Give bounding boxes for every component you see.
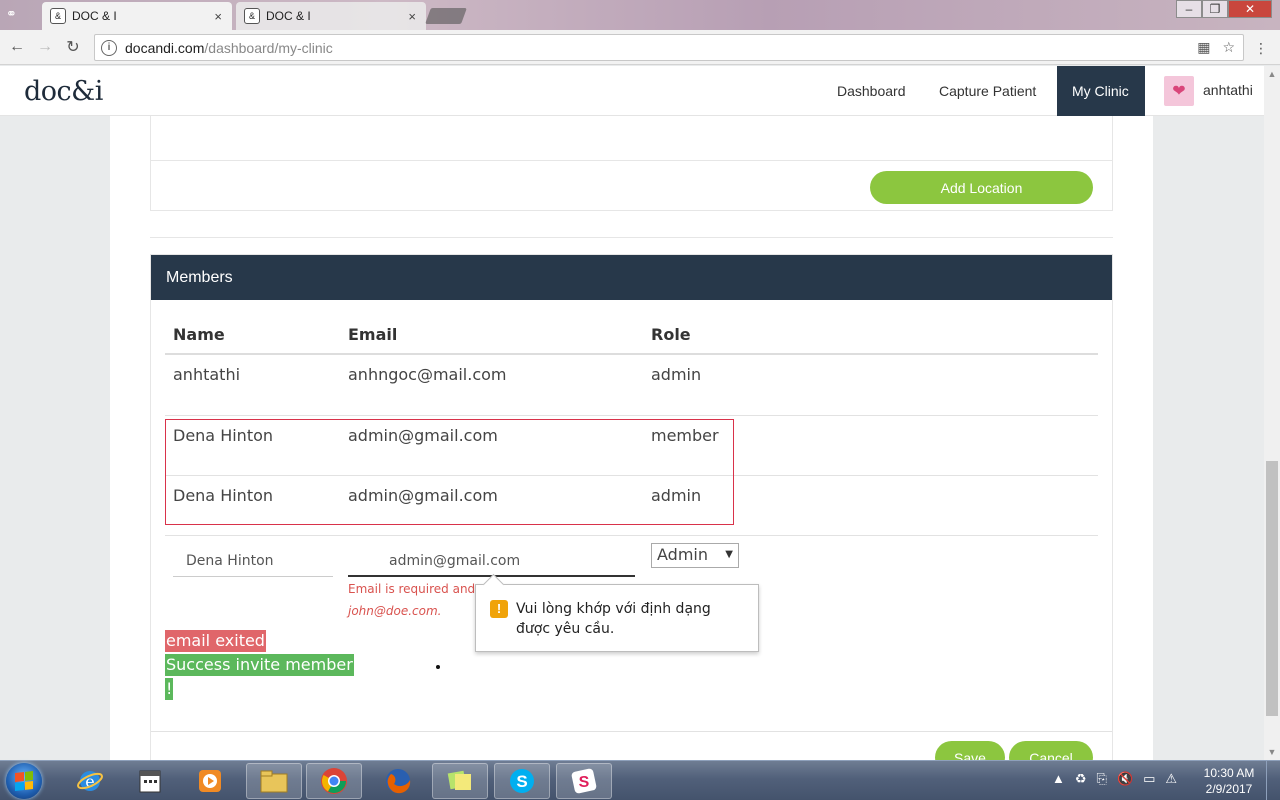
browser-menu-icon[interactable]: ⋮ [1254, 40, 1268, 57]
media-player-icon[interactable] [182, 763, 238, 799]
success-alert-cont: ! [165, 678, 174, 700]
skype-icon[interactable]: S [494, 763, 550, 799]
clock-time: 10:30 AM [1203, 766, 1255, 780]
calendar-app-icon[interactable] [122, 763, 178, 799]
email-error-text: Email is required and [348, 582, 476, 596]
internet-explorer-icon[interactable]: e [62, 763, 118, 799]
page-scrollbar[interactable]: ▲ ▼ [1264, 66, 1280, 760]
members-title: Members [151, 255, 1112, 300]
add-location-button[interactable]: Add Location [870, 171, 1093, 204]
user-avatar[interactable]: ❤ [1164, 76, 1194, 106]
firefox-icon[interactable] [370, 763, 426, 799]
network-disconnected-icon[interactable]: ⚠ [1165, 771, 1177, 787]
new-tab-button[interactable] [425, 8, 467, 24]
window-controls: – ❐ ✕ [1176, 0, 1272, 18]
column-header-name: Name [173, 325, 225, 344]
row-rule [165, 535, 1098, 536]
show-hidden-icons-icon[interactable]: ▲ [1052, 771, 1065, 787]
display-icon[interactable]: ▭ [1143, 771, 1155, 787]
show-desktop-button[interactable] [1266, 761, 1280, 800]
footer-rule [151, 731, 1112, 732]
header-rule [165, 353, 1098, 355]
section-divider [150, 237, 1113, 238]
back-arrow-icon[interactable]: ← [6, 38, 28, 56]
bookmark-star-icon[interactable]: ☆ [1222, 39, 1235, 56]
nav-dashboard[interactable]: Dashboard [837, 66, 906, 116]
url-host: docandi.com [125, 39, 205, 56]
sync-icon[interactable]: ♻ [1075, 771, 1087, 787]
svg-text:S: S [516, 772, 527, 791]
maximize-button[interactable]: ❐ [1202, 0, 1228, 18]
browser-tab-2[interactable]: & DOC & I × [236, 2, 426, 30]
close-tab-icon[interactable]: × [214, 9, 222, 24]
members-panel: Members Name Email Role anhtathi anhngoc… [150, 254, 1113, 774]
success-alert: Success invite member [165, 654, 354, 676]
role-selected-value: Admin [657, 545, 708, 564]
scroll-up-arrow-icon[interactable]: ▲ [1264, 66, 1280, 82]
url-path: /dashboard/my-clinic [204, 39, 333, 56]
tab-title: DOC & I [266, 9, 311, 23]
docandi-favicon-icon: & [244, 8, 260, 24]
nav-my-clinic[interactable]: My Clinic [1057, 66, 1145, 116]
address-bar[interactable]: i docandi.com /dashboard/my-clinic ▦ ☆ [94, 34, 1244, 61]
username-label[interactable]: anhtathi [1203, 66, 1253, 114]
member-name: anhtathi [173, 365, 241, 384]
volume-muted-icon[interactable]: 🔇 [1117, 771, 1133, 787]
system-tray: ▲ ♻ ⎘ 🔇 ▭ ⚠ [1052, 771, 1177, 787]
file-explorer-icon[interactable] [246, 763, 302, 799]
svg-text:S: S [579, 774, 590, 791]
close-tab-icon[interactable]: × [408, 9, 416, 24]
invite-email-input[interactable]: admin@gmail.com [348, 545, 635, 577]
minimize-button[interactable]: – [1176, 0, 1202, 18]
invite-role-select[interactable]: Admin ▼ [651, 543, 739, 568]
page-content: Add Location Members Name Email Role anh… [110, 116, 1153, 774]
email-error-example: john@doe.com. [348, 604, 442, 618]
invite-name-input[interactable]: Dena Hinton [173, 545, 333, 577]
divider [151, 160, 1112, 161]
locations-panel: Add Location [150, 116, 1113, 211]
forward-arrow-icon[interactable]: → [34, 38, 56, 56]
warning-icon: ! [490, 600, 508, 618]
omnibox-actions: ▦ ☆ [1197, 39, 1235, 56]
sticky-notes-icon[interactable] [432, 763, 488, 799]
column-header-email: Email [348, 325, 398, 344]
validation-tooltip: ! Vui lòng khớp với định dạng được yêu c… [475, 584, 759, 652]
windows-logo-icon [15, 771, 33, 791]
docandi-favicon-icon: & [50, 8, 66, 24]
stray-dot [436, 665, 440, 669]
docandi-logo[interactable]: doc&i [24, 76, 103, 107]
validation-message: Vui lòng khớp với định dạng được yêu cầu… [516, 601, 711, 637]
usb-device-icon[interactable]: ⎘ [1097, 771, 1107, 787]
browser-tabstrip: ⚭ & DOC & I × & DOC & I × – ❐ ✕ [0, 0, 1280, 30]
error-alert: email exited [165, 630, 266, 652]
member-role: admin [651, 365, 702, 384]
member-email: anhngoc@mail.com [348, 365, 507, 384]
reload-icon[interactable]: ↻ [62, 37, 84, 57]
app-header: doc&i Dashboard Capture Patient My Clini… [0, 66, 1264, 116]
browser-tab-1[interactable]: & DOC & I × [42, 2, 232, 30]
taskbar: e S S ▲ ♻ ⎘ 🔇 ▭ ⚠ 10:30 AM 2/9/2017 [0, 760, 1280, 800]
duplicate-rows-highlight [165, 419, 734, 525]
slack-icon[interactable]: S [556, 763, 612, 799]
clock[interactable]: 10:30 AM 2/9/2017 [1196, 765, 1262, 797]
browser-toolbar: ← → ↻ i docandi.com /dashboard/my-clinic… [0, 30, 1280, 65]
scroll-thumb[interactable] [1266, 461, 1278, 716]
start-button[interactable] [6, 763, 42, 799]
column-header-role: Role [651, 325, 691, 344]
translate-icon[interactable]: ▦ [1197, 39, 1210, 56]
scroll-down-arrow-icon[interactable]: ▼ [1264, 744, 1280, 760]
chrome-icon[interactable] [306, 763, 362, 799]
tab-title: DOC & I [72, 9, 117, 23]
nav-capture-patient[interactable]: Capture Patient [939, 66, 1036, 116]
close-window-button[interactable]: ✕ [1228, 0, 1272, 18]
clock-date: 2/9/2017 [1205, 782, 1253, 796]
chevron-down-icon: ▼ [725, 549, 733, 560]
row-rule [165, 415, 1098, 416]
info-icon[interactable]: i [101, 39, 117, 56]
incognito-icon: ⚭ [6, 6, 17, 21]
